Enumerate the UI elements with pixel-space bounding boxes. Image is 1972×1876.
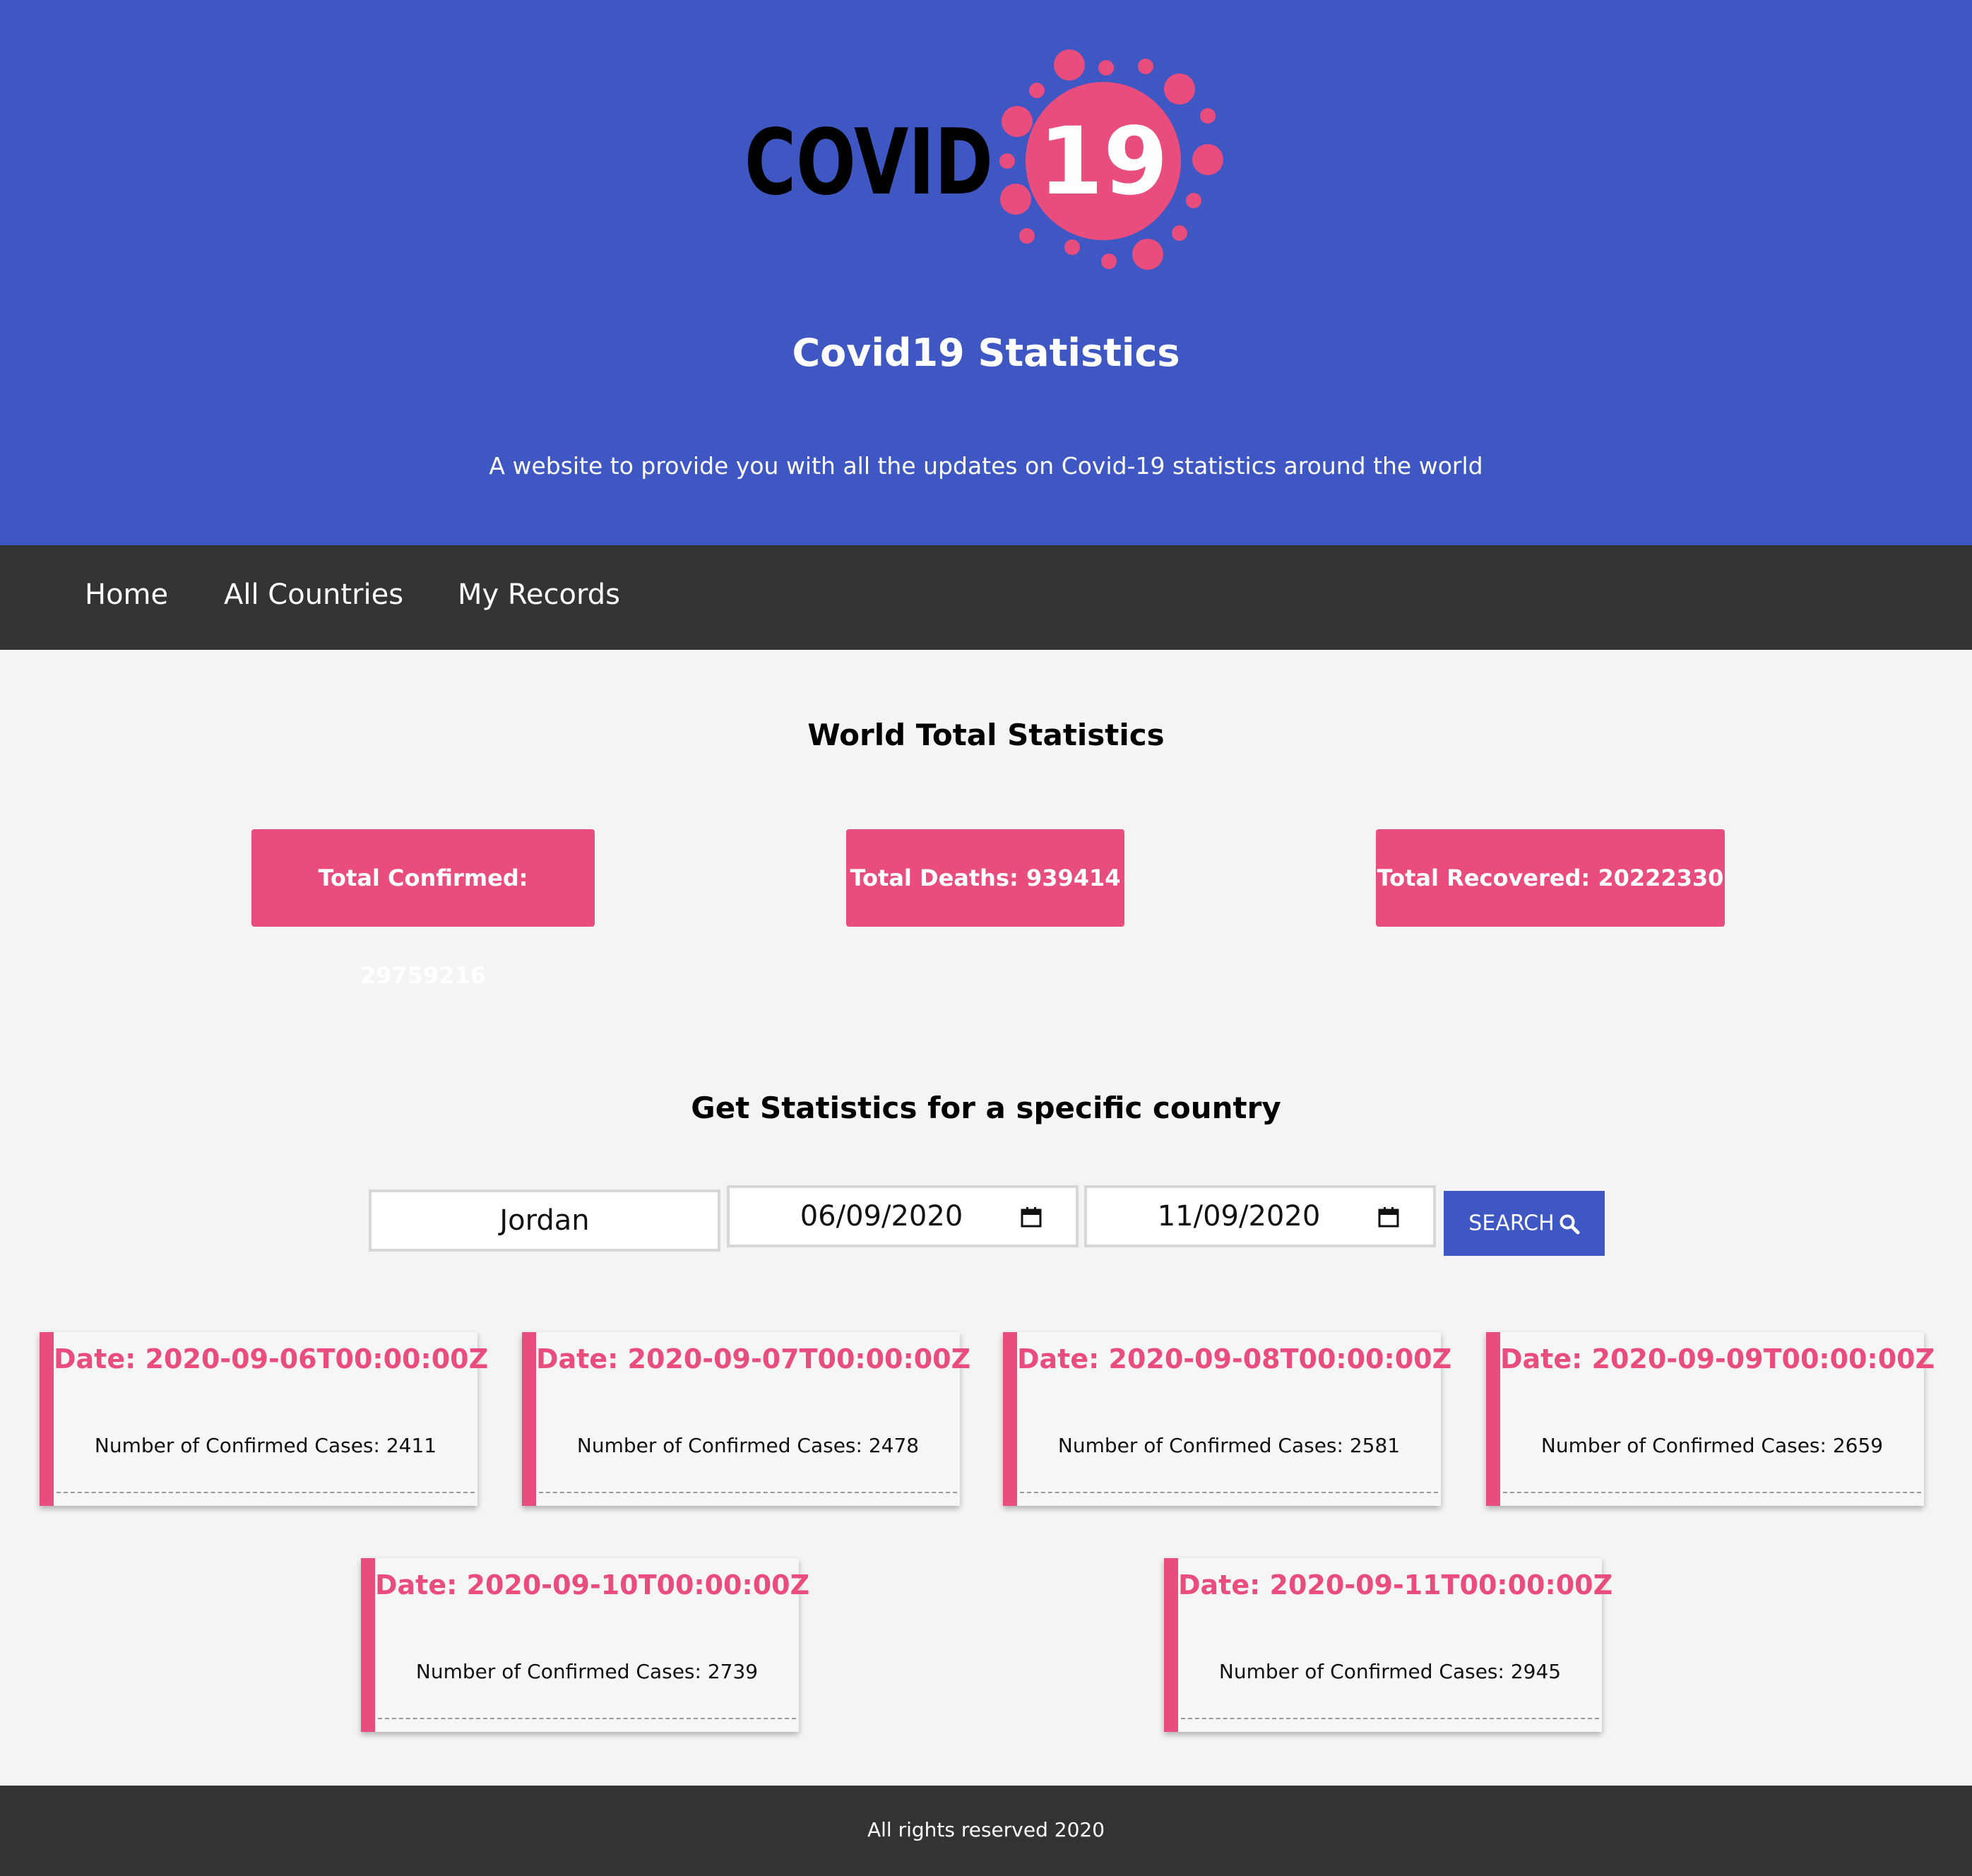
card-accent-bar	[1486, 1332, 1500, 1506]
result-confirmed-cases: Number of Confirmed Cases: 2659	[1540, 1434, 1884, 1457]
search-icon	[1560, 1214, 1580, 1234]
site-title: Covid19 Statistics	[792, 331, 1180, 375]
result-confirmed-cases: Number of Confirmed Cases: 2581	[1057, 1434, 1401, 1457]
result-date: Date: 2020-09-09T00:00:00Z	[1500, 1343, 1935, 1375]
total-confirmed-badge: Total Confirmed: 29759216	[251, 829, 595, 989]
nav-all-countries[interactable]: All Countries	[224, 574, 403, 616]
to-date-input[interactable]: 11/09/2020	[1084, 1185, 1436, 1247]
site-header: COVID 19 Covid19 Statistics A website to…	[0, 0, 1972, 545]
card-divider	[378, 1718, 796, 1719]
card-accent-bar	[361, 1558, 375, 1732]
country-input-value: Jordan	[499, 1204, 590, 1237]
nav-home[interactable]: Home	[85, 574, 168, 616]
card-accent-bar	[1164, 1558, 1178, 1732]
site-footer: All rights reserved 2020	[0, 1786, 1972, 1876]
result-date: Date: 2020-09-07T00:00:00Z	[536, 1343, 971, 1375]
result-date: Date: 2020-09-08T00:00:00Z	[1017, 1343, 1452, 1375]
result-confirmed-cases: Number of Confirmed Cases: 2739	[415, 1660, 759, 1683]
svg-text:19: 19	[1038, 107, 1168, 216]
from-date-input[interactable]: 06/09/2020	[727, 1185, 1079, 1247]
from-date-value: 06/09/2020	[800, 1200, 963, 1233]
result-date: Date: 2020-09-11T00:00:00Z	[1178, 1569, 1613, 1601]
result-card: Date: 2020-09-08T00:00:00Z Number of Con…	[1003, 1332, 1452, 1506]
country-input[interactable]: Jordan	[369, 1189, 720, 1252]
card-accent-bar	[40, 1332, 54, 1506]
card-accent-bar	[1003, 1332, 1017, 1506]
to-date-value: 11/09/2020	[1157, 1200, 1321, 1233]
card-divider	[1181, 1718, 1599, 1719]
result-card: Date: 2020-09-11T00:00:00Z Number of Con…	[1164, 1558, 1613, 1732]
site-subtitle: A website to provide you with all the up…	[489, 452, 1483, 480]
result-date: Date: 2020-09-06T00:00:00Z	[54, 1343, 489, 1375]
nav-my-records[interactable]: My Records	[458, 574, 620, 616]
search-button-label: SEARCH	[1468, 1211, 1555, 1236]
result-confirmed-cases: Number of Confirmed Cases: 2478	[576, 1434, 920, 1457]
covid19-logo: COVID 19	[744, 49, 1223, 270]
card-divider	[57, 1492, 475, 1493]
result-card: Date: 2020-09-06T00:00:00Z Number of Con…	[40, 1332, 489, 1506]
calendar-icon[interactable]	[1021, 1206, 1042, 1228]
result-card: Date: 2020-09-10T00:00:00Z Number of Con…	[361, 1558, 810, 1732]
card-divider	[539, 1492, 957, 1493]
result-card: Date: 2020-09-09T00:00:00Z Number of Con…	[1486, 1332, 1935, 1506]
card-divider	[1503, 1492, 1921, 1493]
search-button[interactable]: SEARCH	[1444, 1191, 1605, 1256]
result-confirmed-cases: Number of Confirmed Cases: 2945	[1218, 1660, 1562, 1683]
result-date: Date: 2020-09-10T00:00:00Z	[375, 1569, 810, 1601]
card-divider	[1020, 1492, 1438, 1493]
result-confirmed-cases: Number of Confirmed Cases: 2411	[94, 1434, 437, 1457]
calendar-icon[interactable]	[1378, 1206, 1399, 1228]
copyright-text: All rights reserved 2020	[867, 1818, 1105, 1841]
svg-text:COVID: COVID	[744, 110, 993, 215]
country-search-heading: Get Statistics for a specific country	[691, 1091, 1281, 1125]
world-stats-heading: World Total Statistics	[807, 718, 1165, 752]
card-accent-bar	[522, 1332, 536, 1506]
total-deaths-badge: Total Deaths: 939414	[846, 829, 1124, 927]
total-recovered-badge: Total Recovered: 20222330	[1376, 829, 1725, 927]
main-nav: Home All Countries My Records	[0, 545, 1972, 650]
result-card: Date: 2020-09-07T00:00:00Z Number of Con…	[522, 1332, 971, 1506]
